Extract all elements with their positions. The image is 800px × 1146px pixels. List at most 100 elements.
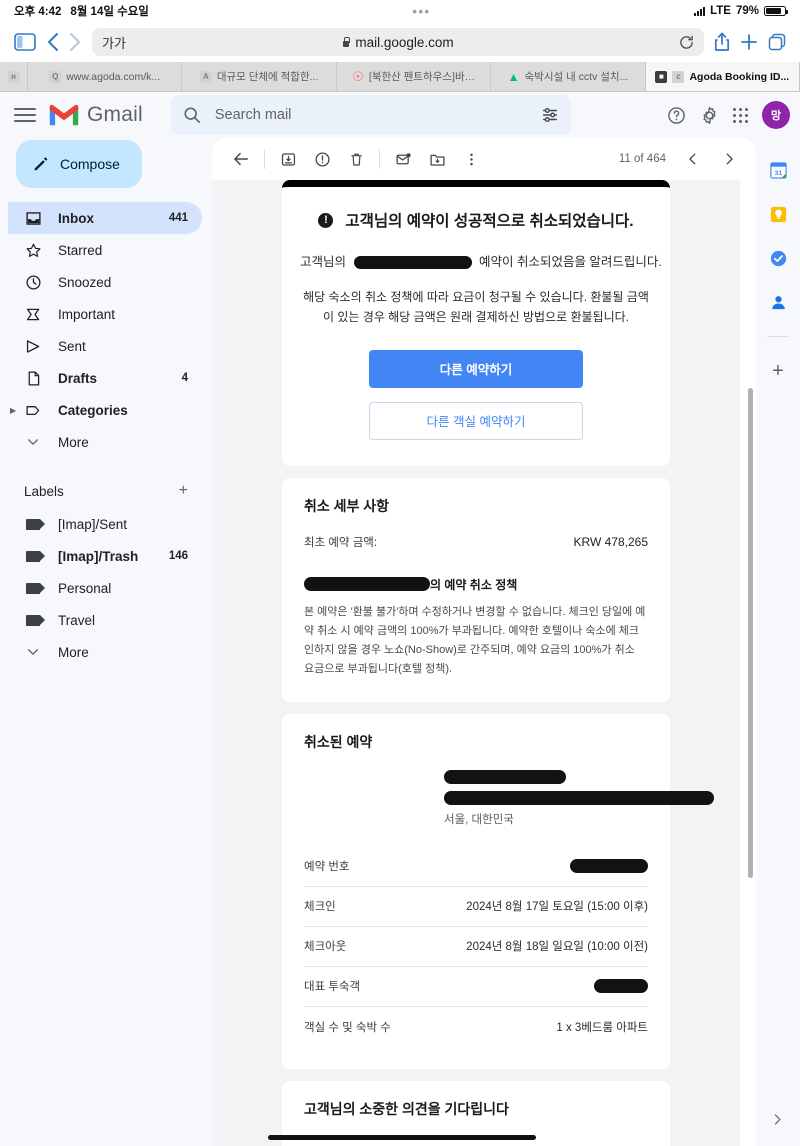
more-vert-icon[interactable]: [454, 142, 488, 176]
sidebar-label-personal[interactable]: Personal: [8, 572, 202, 604]
browser-tab-label: www.agoda.com/k...: [66, 70, 161, 83]
sidebar-label-travel[interactable]: Travel: [8, 604, 202, 636]
forward-arrow-icon[interactable]: [69, 32, 82, 52]
browser-tab-5-active[interactable]: ■ c Agoda Booking ID...: [645, 62, 800, 91]
contacts-icon[interactable]: [768, 292, 788, 312]
sidebar-item-starred[interactable]: Starred: [8, 234, 202, 266]
gmail-wordmark: Gmail: [87, 103, 143, 126]
sidebar-item-sent[interactable]: Sent: [8, 330, 202, 362]
add-apps-icon[interactable]: +: [772, 361, 784, 381]
reload-icon[interactable]: [679, 35, 694, 50]
expand-caret-icon[interactable]: ▶: [10, 406, 16, 415]
sidebar-item-label: Snoozed: [58, 274, 112, 290]
avatar[interactable]: 망: [762, 101, 790, 129]
plus-icon[interactable]: [740, 33, 758, 51]
row-value: 2024년 8월 18일 일요일 (10:00 이전): [466, 941, 648, 954]
sidebar-item-snoozed[interactable]: Snoozed: [8, 266, 202, 298]
browser-tab-0[interactable]: н: [0, 62, 28, 91]
sidebar-item-important[interactable]: Important: [8, 298, 202, 330]
email-content: ! 고객님의 예약이 성공적으로 취소되었습니다. 고객님의 예약이 취소되었음…: [212, 180, 740, 1146]
archive-icon[interactable]: [271, 142, 305, 176]
address-bar[interactable]: 가가 mail.google.com: [92, 28, 704, 56]
back-arrow-icon[interactable]: [224, 142, 258, 176]
back-arrow-icon[interactable]: [46, 32, 59, 52]
settings-icon[interactable]: [700, 106, 719, 125]
sidebar-label-imap-trash[interactable]: [Imap]/Trash 146: [8, 540, 202, 572]
browser-toolbar: 가가 mail.google.com: [0, 22, 800, 62]
sidebar-item-label: More: [58, 644, 89, 660]
sidebar-icon[interactable]: [14, 33, 36, 51]
redacted-lead-guest: [594, 979, 648, 994]
gmail-logo[interactable]: Gmail: [48, 103, 143, 127]
grey-box-icon: н: [7, 70, 20, 83]
text-size-button[interactable]: 가가: [102, 33, 126, 52]
sidebar-item-label: [Imap]/Trash: [58, 548, 139, 564]
chevron-right-icon[interactable]: [712, 142, 746, 176]
chevron-left-icon[interactable]: [676, 142, 710, 176]
search-icon: [183, 106, 201, 124]
email-scrollbar-track[interactable]: [745, 180, 753, 1146]
gmail-header: Gmail Search mail 망: [0, 92, 800, 138]
row-value: 2024년 8월 17일 토요일 (15:00 이후): [466, 901, 648, 914]
book-other-room-button[interactable]: 다른 객실 예약하기: [369, 401, 583, 440]
browser-tab-1[interactable]: Q www.agoda.com/k...: [28, 62, 183, 91]
header-icon-group: 망: [661, 101, 790, 129]
apps-grid-icon[interactable]: [733, 107, 748, 123]
cancelled-booking-heading: 취소된 예약: [304, 733, 373, 750]
search-input[interactable]: Search mail: [170, 95, 571, 135]
policy-title-suffix: 의 예약 취소 정책: [430, 577, 518, 592]
browser-tab-3[interactable]: ☉ [북한산 펜트하우스]바…: [336, 62, 492, 91]
book-again-button[interactable]: 다른 예약하기: [369, 349, 583, 388]
airbnb-favicon: ☉: [352, 68, 364, 84]
cancelled-booking-card: 취소된 예약 서울, 대한민국 예약 번호 체크인 2024년 8월 17일 토…: [282, 713, 714, 1069]
sidebar-item-label: Inbox: [58, 210, 94, 226]
status-bar-center: •••: [149, 5, 694, 18]
letter-c-favicon: c: [672, 70, 685, 83]
exclamation-icon: !: [318, 212, 334, 228]
sidebar-item-drafts[interactable]: Drafts 4: [8, 362, 202, 394]
sidebar-item-inbox[interactable]: Inbox 441: [8, 202, 202, 234]
original-amount-row: 최초 예약 금액: KRW 478,265: [304, 534, 648, 550]
original-amount-value: KRW 478,265: [573, 534, 649, 549]
share-icon[interactable]: [714, 32, 730, 52]
search-placeholder: Search mail: [214, 107, 292, 123]
sidebar-item-categories[interactable]: ▶ Categories: [8, 394, 202, 426]
gmail-m-icon: [49, 104, 79, 126]
compose-button[interactable]: Compose: [16, 140, 142, 188]
sidebar-label-more[interactable]: More: [8, 636, 202, 668]
sidebar-label-imap-sent[interactable]: [Imap]/Sent: [8, 508, 202, 540]
cancelled-booking-body: 취소된 예약 서울, 대한민국 예약 번호 체크인 2024년 8월 17일 토…: [282, 714, 714, 1069]
clock-icon: [24, 274, 42, 291]
important-icon: [24, 306, 42, 323]
cancellation-details-heading: 취소 세부 사항: [304, 497, 390, 514]
address-bar-url: mail.google.com: [355, 34, 454, 50]
mark-unread-icon[interactable]: [386, 142, 420, 176]
page-next-chevron-icon[interactable]: [771, 1113, 784, 1126]
sidebar-item-more[interactable]: More: [8, 426, 202, 458]
green-favicon: ▲: [507, 69, 520, 84]
move-to-icon[interactable]: [420, 142, 454, 176]
main-menu-icon[interactable]: [14, 108, 36, 122]
search-area: Search mail: [143, 95, 661, 135]
star-icon: [24, 242, 42, 259]
create-label-icon[interactable]: +: [179, 482, 188, 500]
browser-tab-4[interactable]: ▲ 숙박시설 내 cctv 설치...: [491, 62, 646, 91]
tabs-icon[interactable]: [768, 33, 786, 51]
tune-icon[interactable]: [541, 106, 559, 124]
help-icon[interactable]: [667, 106, 686, 125]
browser-tab-2[interactable]: A 대규모 단체에 적합한...: [182, 62, 337, 91]
toolbar-divider: [379, 149, 380, 169]
address-bar-url-wrap: mail.google.com: [92, 35, 704, 50]
dynamic-island-dots-icon: •••: [412, 3, 431, 19]
send-icon: [24, 338, 42, 355]
report-spam-icon[interactable]: [305, 142, 339, 176]
calendar-icon[interactable]: 31: [768, 160, 788, 180]
delete-icon[interactable]: [339, 142, 373, 176]
rail-divider: [767, 336, 789, 337]
tasks-icon[interactable]: [768, 248, 788, 268]
horizontal-scrollbar[interactable]: [268, 1135, 536, 1140]
redacted-hotel-line-2: [444, 790, 714, 805]
keep-icon[interactable]: [768, 204, 788, 224]
battery-icon: [764, 6, 788, 16]
email-scrollbar-thumb[interactable]: [748, 388, 753, 878]
